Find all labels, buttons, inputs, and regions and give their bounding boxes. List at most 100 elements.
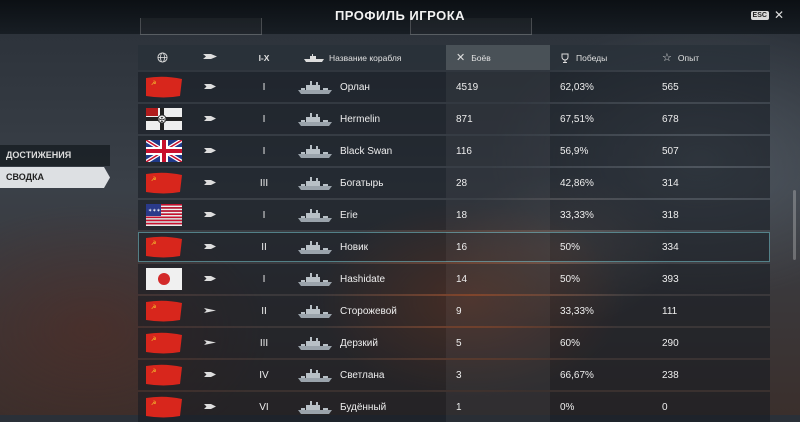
table-row[interactable]: I Hashidate 14 50% 393 [138,264,770,294]
table-row[interactable]: ☭ I Орлан 4519 62,03% 565 [138,72,770,102]
ship-type-icon [186,242,234,253]
ship-type-icon [186,370,234,381]
svg-text:☭: ☭ [151,400,156,407]
ship-type-icon [186,402,234,413]
ship-tier: VI [259,401,269,413]
ship-tier: I [262,273,266,285]
ship-name: Будённый [340,401,387,413]
star-icon: ☆ [662,52,672,64]
column-label: Боёв [471,52,491,63]
svg-text:☭: ☭ [151,368,156,375]
ship-type-icon [186,274,234,285]
scrollbar[interactable] [793,190,796,260]
ship-tier: I [262,81,266,93]
column-xp[interactable]: ☆ Опыт [652,45,770,70]
ship-type-icon [186,338,234,349]
battles-value: 1 [446,392,550,422]
ship-type-icon [186,178,234,189]
column-nation[interactable] [138,45,186,70]
trophy-icon [561,53,569,63]
battles-value: 16 [446,232,550,262]
xp-value: 238 [662,369,679,381]
wins-value: 33,33% [560,209,594,221]
ship-type-icon [186,306,234,317]
column-label: Победы [576,52,608,63]
wins-value: 42,86% [560,177,594,189]
ship-silhouette-icon [294,367,336,383]
ship-name: Дерзкий [340,337,378,349]
column-ship-name[interactable]: Название корабля [294,53,446,63]
top-bar: ПРОФИЛЬ ИГРОКА ESC ✕ [0,0,800,35]
nation-flag-icon: ✠ [138,104,186,134]
ship-silhouette-icon [304,53,324,62]
table-row[interactable]: ☭ III Дерзкий 5 60% 290 [138,328,770,358]
wins-value: 67,51% [560,113,594,125]
nation-flag-icon: ☭ [138,232,186,262]
page-title: ПРОФИЛЬ ИГРОКА [334,8,466,23]
close-icon[interactable]: ✕ [774,9,784,21]
ship-silhouette-icon [294,399,336,415]
sidebar-item-summary[interactable]: СВОДКА [0,167,110,188]
table-row[interactable]: I Black Swan 116 56,9% 507 [138,136,770,166]
battles-value: 4519 [446,72,550,102]
wins-value: 50% [560,273,581,285]
ship-tier: II [261,241,267,253]
sidebar-item-label: СВОДКА [6,172,45,182]
ship-tier: I [262,145,266,157]
nation-flag-icon [138,136,186,166]
column-tier[interactable]: I-X [234,53,294,63]
wins-value: 56,9% [560,145,589,157]
table-row[interactable]: ☭ VI Будённый 1 0% 0 [138,392,770,422]
xp-value: 334 [662,241,679,253]
svg-text:✠: ✠ [159,116,165,124]
wins-value: 33,33% [560,305,594,317]
table-row[interactable]: ☭ IV Светлана 3 66,67% 238 [138,360,770,390]
ship-name: Орлан [340,81,370,93]
table-row[interactable]: ✠ I Hermelin 871 67,51% 678 [138,104,770,134]
ship-name: Hashidate [340,273,386,285]
esc-close-button[interactable]: ESC ✕ [750,9,784,21]
xp-value: 507 [662,145,679,157]
svg-text:☭: ☭ [151,176,156,183]
xp-value: 678 [662,113,679,125]
battles-value: 14 [446,264,550,294]
svg-text:✶✶✶: ✶✶✶ [148,208,161,214]
table-row[interactable]: ☭ II Новик 16 50% 334 [138,232,770,262]
ship-type-icon [203,54,217,59]
battles-value: 18 [446,200,550,230]
esc-key-label: ESC [750,10,769,20]
ship-silhouette-icon [294,143,336,159]
ship-name: Светлана [340,369,385,381]
nation-flag-icon [138,264,186,294]
battles-value: 3 [446,360,550,390]
column-label: Опыт [677,52,700,63]
sidebar-item-label: ДОСТИЖЕНИЯ [6,150,72,160]
table-row[interactable]: ☭ III Богатырь 28 42,86% 314 [138,168,770,198]
ship-silhouette-icon [294,335,336,351]
ship-tier: III [259,337,269,349]
nation-flag-icon: ☭ [138,296,186,326]
ship-name: Богатырь [340,177,384,189]
column-ship-type[interactable] [186,52,234,63]
ship-silhouette-icon [294,79,336,95]
ship-name: Erie [340,209,358,221]
nation-flag-icon: ✶✶✶ [138,200,186,230]
xp-value: 314 [662,177,679,189]
crossed-swords-icon: ✕ [456,52,466,64]
battles-value: 9 [446,296,550,326]
column-wins[interactable]: Победы [550,45,652,70]
table-header: I-X Название корабля ✕ Боёв Победы ☆ Опы… [138,45,770,70]
table-row[interactable]: ☭ II Сторожевой 9 33,33% 111 [138,296,770,326]
xp-value: 111 [662,305,678,317]
battles-value: 871 [446,104,550,134]
table-row[interactable]: ✶✶✶ I Erie 18 33,33% 318 [138,200,770,230]
battles-value: 28 [446,168,550,198]
nation-flag-icon: ☭ [138,328,186,358]
sidebar-item-achievements[interactable]: ДОСТИЖЕНИЯ [0,145,110,166]
wins-value: 0% [560,401,575,413]
column-battles[interactable]: ✕ Боёв [446,45,550,70]
xp-value: 565 [662,81,679,93]
battles-value: 116 [446,136,550,166]
ship-type-icon [186,82,234,93]
globe-icon [156,52,168,63]
